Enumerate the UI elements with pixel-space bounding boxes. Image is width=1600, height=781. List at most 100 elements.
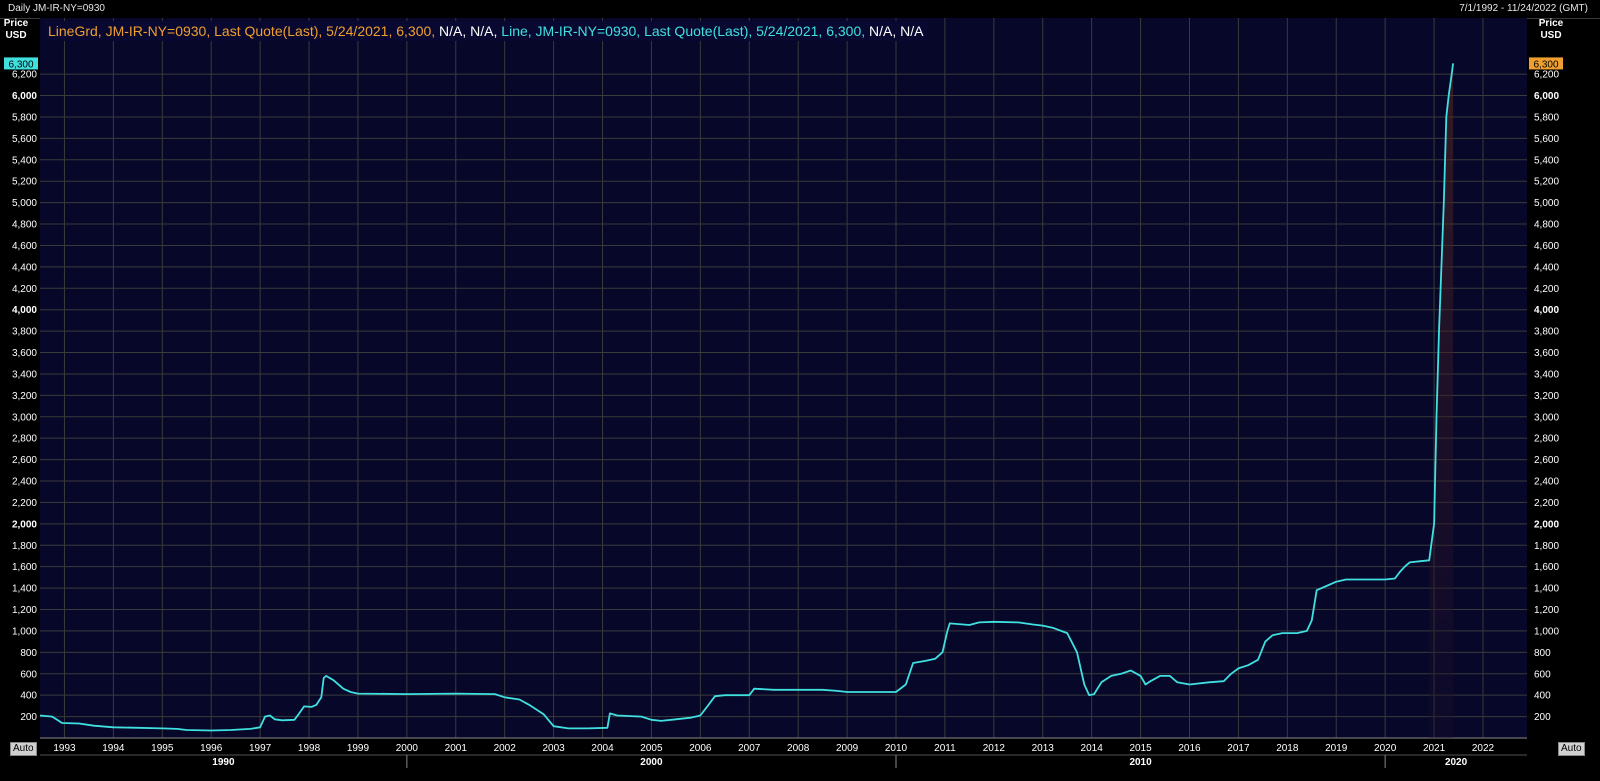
plot-area[interactable]: [40, 18, 1527, 738]
x-tick-label: 2007: [738, 743, 761, 754]
x-tick-label: 2015: [1129, 743, 1152, 754]
y-axis-label-left: Price: [4, 18, 29, 29]
y-tick-label-right: 3,200: [1534, 391, 1559, 402]
y-tick-label-left: 1,600: [12, 562, 37, 573]
y-tick-label-right: 2,800: [1534, 434, 1559, 445]
x-tick-label: 2019: [1325, 743, 1348, 754]
y-tick-label-right: 5,400: [1534, 155, 1559, 166]
y-axis-unit-left: USD: [5, 30, 26, 41]
x-tick-label: 2017: [1227, 743, 1250, 754]
y-tick-label-left: 4,000: [12, 305, 37, 316]
y-tick-label-left: 3,400: [12, 369, 37, 380]
x-tick-label: 2020: [1374, 743, 1397, 754]
y-tick-label-right: 1,600: [1534, 562, 1559, 573]
y-tick-label-left: 4,400: [12, 262, 37, 273]
y-tick-label-left: 3,200: [12, 391, 37, 402]
y-tick-label-left: 800: [20, 648, 37, 659]
y-tick-label-left: 4,800: [12, 220, 37, 231]
x-tick-label: 1996: [200, 743, 223, 754]
y-tick-label-right: 6,200: [1534, 70, 1559, 81]
decade-label: 2020: [1445, 757, 1468, 768]
y-tick-label-right: 5,000: [1534, 198, 1559, 209]
y-tick-label-right: 2,000: [1534, 519, 1559, 530]
y-tick-label-left: 1,400: [12, 584, 37, 595]
chart-canvas[interactable]: 200 200 400 400 600 600 800 800 1,000 1,000 1,200 1…: [0, 0, 1600, 781]
x-tick-label: 1998: [298, 743, 321, 754]
y-tick-label-right: 2,600: [1534, 455, 1559, 466]
y-tick-label-left: 5,600: [12, 134, 37, 145]
x-tick-label: 2012: [983, 743, 1006, 754]
y-tick-label-right: 3,600: [1534, 348, 1559, 359]
y-tick-label-left: 600: [20, 669, 37, 680]
y-tick-label-left: 1,200: [12, 605, 37, 616]
y-tick-label-right: 5,600: [1534, 134, 1559, 145]
x-tick-label: 1997: [249, 743, 272, 754]
y-tick-label-left: 6,000: [12, 91, 37, 102]
x-tick-label: 2013: [1032, 743, 1055, 754]
x-tick-label: 2016: [1178, 743, 1201, 754]
y-axis-label-right: Price: [1539, 18, 1564, 29]
y-axis-unit-right: USD: [1540, 30, 1561, 41]
y-tick-label-right: 5,800: [1534, 112, 1559, 123]
x-tick-label: 2000: [396, 743, 419, 754]
y-tick-label-right: 4,600: [1534, 241, 1559, 252]
y-tick-label-left: 3,000: [12, 412, 37, 423]
x-tick-label: 2001: [445, 743, 468, 754]
x-tick-label: 2018: [1276, 743, 1299, 754]
x-tick-label: 2014: [1081, 743, 1104, 754]
y-tick-label-left: 400: [20, 691, 37, 702]
x-tick-label: 2021: [1423, 743, 1446, 754]
y-tick-label-left: 3,600: [12, 348, 37, 359]
legend-series2: Line, JM-IR-NY=0930, Last Quote(Last), 5…: [501, 23, 866, 39]
y-tick-label-right: 6,000: [1534, 91, 1559, 102]
y-tick-label-right: 4,200: [1534, 284, 1559, 295]
y-tick-label-left: 4,600: [12, 241, 37, 252]
y-tick-label-right: 4,400: [1534, 262, 1559, 273]
y-tick-label-left: 5,800: [12, 112, 37, 123]
auto-scale-left-button[interactable]: Auto: [10, 742, 37, 756]
decade-label: 1990: [212, 757, 235, 768]
y-tick-label-right: 1,000: [1534, 626, 1559, 637]
last-value-label-left: 6,300: [8, 59, 33, 70]
y-tick-label-left: 6,200: [12, 70, 37, 81]
chart-legend: LineGrd, JM-IR-NY=0930, Last Quote(Last)…: [44, 21, 928, 41]
y-tick-label-right: 4,800: [1534, 220, 1559, 231]
x-tick-label: 2010: [885, 743, 908, 754]
x-tick-label: 2008: [787, 743, 810, 754]
y-tick-label-left: 2,600: [12, 455, 37, 466]
y-tick-label-left: 5,000: [12, 198, 37, 209]
y-tick-label-right: 2,200: [1534, 498, 1559, 509]
auto-scale-right-button[interactable]: Auto: [1558, 742, 1585, 756]
x-tick-label: 2004: [591, 743, 614, 754]
y-tick-label-right: 800: [1534, 648, 1551, 659]
y-tick-label-right: 1,800: [1534, 541, 1559, 552]
y-tick-label-left: 2,400: [12, 477, 37, 488]
y-tick-label-left: 200: [20, 712, 37, 723]
x-tick-label: 2003: [542, 743, 565, 754]
y-tick-label-right: 400: [1534, 691, 1551, 702]
y-tick-label-right: 1,400: [1534, 584, 1559, 595]
x-tick-label: 2006: [689, 743, 712, 754]
x-tick-label: 2011: [934, 743, 956, 754]
y-tick-label-left: 2,200: [12, 498, 37, 509]
decade-label: 2000: [640, 757, 663, 768]
x-tick-label: 1995: [151, 743, 174, 754]
x-tick-label: 1993: [53, 743, 76, 754]
y-tick-label-left: 4,200: [12, 284, 37, 295]
decade-label: 2010: [1129, 757, 1152, 768]
y-tick-label-right: 5,200: [1534, 177, 1559, 188]
x-tick-label: 1999: [347, 743, 370, 754]
x-tick-label: 2005: [640, 743, 663, 754]
y-tick-label-left: 5,400: [12, 155, 37, 166]
y-tick-label-right: 600: [1534, 669, 1551, 680]
x-tick-label: 2002: [494, 743, 517, 754]
y-tick-label-left: 1,800: [12, 541, 37, 552]
y-tick-label-left: 2,000: [12, 519, 37, 530]
y-tick-label-right: 1,200: [1534, 605, 1559, 616]
x-tick-label: 1994: [102, 743, 125, 754]
y-tick-label-right: 2,400: [1534, 477, 1559, 488]
y-tick-label-right: 4,000: [1534, 305, 1559, 316]
y-tick-label-right: 3,000: [1534, 412, 1559, 423]
x-tick-label: 2022: [1472, 743, 1495, 754]
y-tick-label-right: 200: [1534, 712, 1551, 723]
